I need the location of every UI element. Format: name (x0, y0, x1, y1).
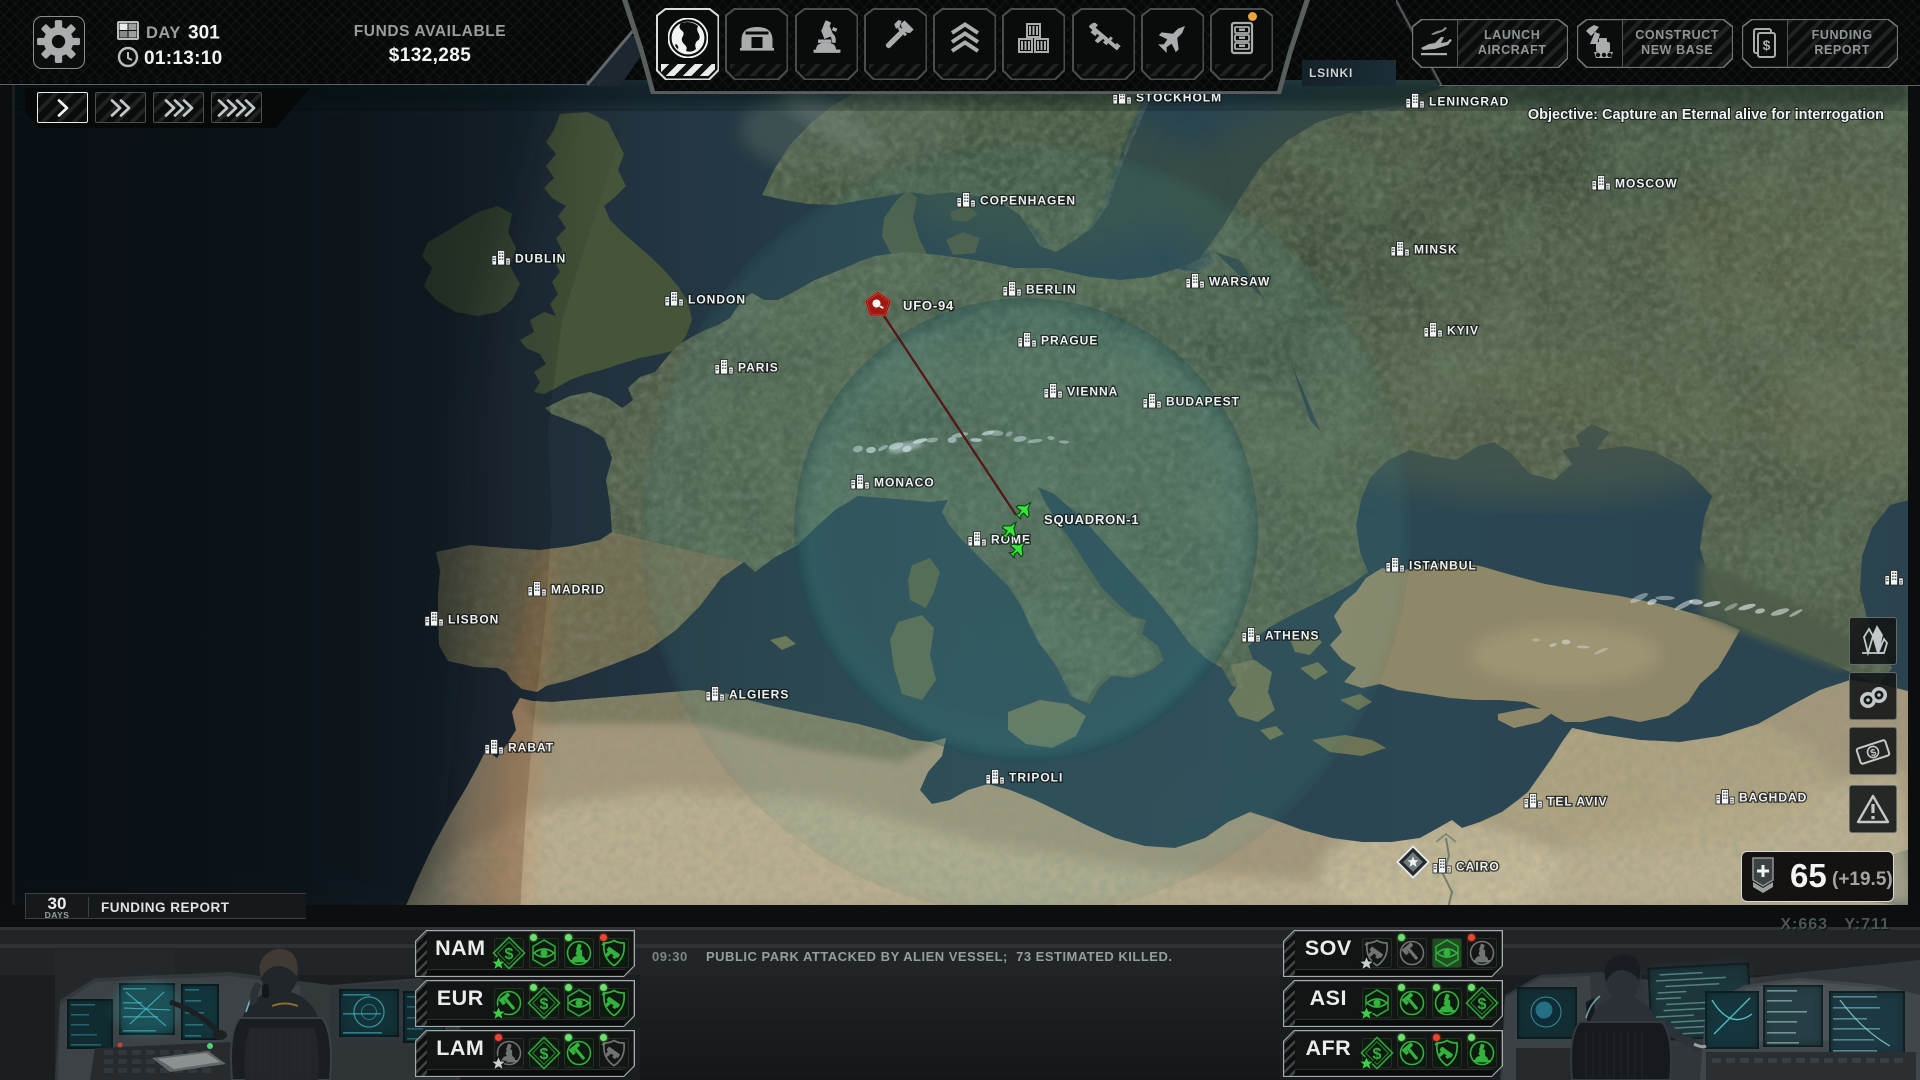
svg-text:$: $ (1478, 996, 1487, 1013)
svg-text:$: $ (1763, 37, 1771, 53)
svg-text:$: $ (540, 996, 549, 1013)
svg-text:DAY: DAY (146, 24, 181, 42)
svg-text:$: $ (540, 1046, 549, 1063)
svg-text:301: 301 (188, 23, 220, 44)
svg-text:01:13:10: 01:13:10 (144, 48, 222, 69)
